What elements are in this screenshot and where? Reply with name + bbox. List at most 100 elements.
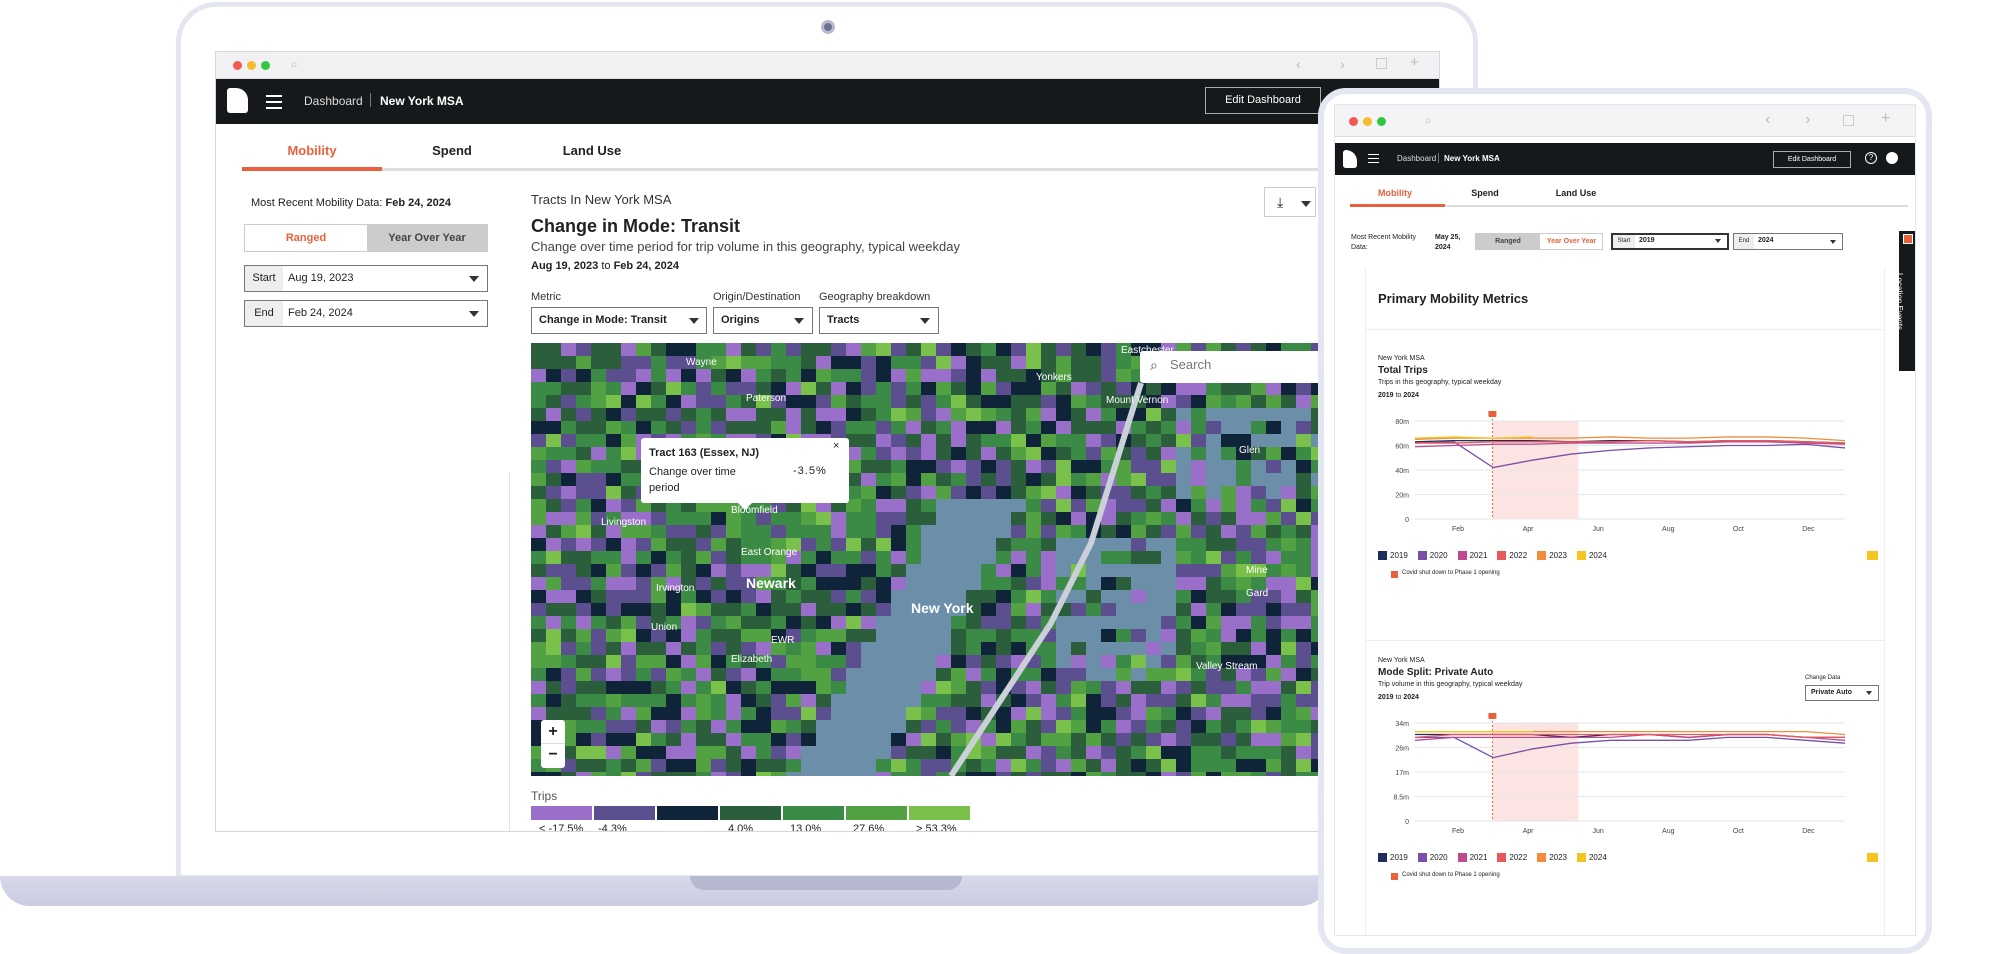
map-tract [756, 694, 772, 708]
close-dot[interactable] [1349, 117, 1358, 126]
map-tract [1191, 759, 1207, 773]
tooltip-close-icon[interactable]: × [833, 440, 839, 452]
location-events-tab[interactable]: Location Events [1895, 231, 1915, 371]
map-tract [561, 369, 577, 383]
legend-label: 13.0% [790, 823, 822, 832]
ranged-toggle[interactable]: Ranged [245, 225, 367, 251]
tab-mobility[interactable]: Mobility [242, 143, 382, 158]
zoom-in-button[interactable]: + [541, 720, 565, 744]
map-tract [1221, 434, 1237, 448]
map-tract [561, 434, 577, 448]
map-tract [621, 408, 637, 422]
tab-spend[interactable]: Spend [382, 143, 522, 158]
chart-type-icon[interactable] [1867, 551, 1878, 560]
legend-item[interactable]: 2022 [1497, 551, 1527, 560]
geo-select[interactable]: Tracts [819, 307, 939, 334]
minimize-dot[interactable] [247, 61, 256, 70]
map-place-label: Mine [1246, 565, 1268, 576]
map-tract [1056, 668, 1072, 682]
legend-item[interactable]: 2022 [1497, 853, 1527, 862]
chart-type-icon[interactable] [1867, 853, 1878, 862]
map-tract [636, 668, 652, 682]
map-tract [606, 382, 622, 396]
map-tract [561, 343, 577, 357]
map-tract [561, 681, 577, 695]
start-date-select[interactable]: Start Aug 19, 2023 [244, 265, 488, 292]
end-select[interactable]: End 2024 [1733, 233, 1843, 250]
map-tract [996, 343, 1012, 357]
od-select[interactable]: Origins [713, 307, 813, 334]
map-tract [861, 629, 877, 643]
new-tab-icon[interactable]: + [1410, 54, 1419, 71]
map-tract [1011, 759, 1027, 773]
breadcrumb-dashboard[interactable]: Dashboard [304, 94, 363, 108]
map-tract [576, 694, 592, 708]
forward-icon[interactable]: › [1340, 56, 1345, 72]
map-tract [1101, 343, 1117, 357]
maximize-dot[interactable] [1377, 117, 1386, 126]
edit-dashboard-button[interactable]: Edit Dashboard [1205, 87, 1321, 114]
ranged-toggle[interactable]: Ranged [1476, 234, 1540, 249]
legend-item[interactable]: 2023 [1537, 853, 1567, 862]
brand-logo[interactable] [227, 88, 248, 113]
tab-mobility[interactable]: Mobility [1350, 188, 1440, 198]
map-tract [1011, 356, 1027, 370]
tab-land-use[interactable]: Land Use [1531, 188, 1621, 198]
tabs-icon[interactable] [1376, 58, 1387, 69]
back-icon[interactable]: ‹ [1765, 111, 1770, 129]
yoy-toggle[interactable]: Year Over Year [367, 225, 487, 251]
map-tract [606, 395, 622, 409]
minimize-dot[interactable] [1363, 117, 1372, 126]
edit-dashboard-button[interactable]: Edit Dashboard [1773, 151, 1851, 168]
covid-note-icon [1391, 873, 1398, 880]
map-tract [921, 356, 937, 370]
map-tract [1161, 447, 1177, 461]
brand-logo[interactable] [1343, 150, 1357, 168]
map-tract [1296, 512, 1312, 526]
tab-spend[interactable]: Spend [1440, 188, 1530, 198]
new-tab-icon[interactable]: + [1881, 110, 1890, 128]
map-tract [1206, 421, 1222, 435]
map-tract [636, 421, 652, 435]
tabs-icon[interactable] [1843, 115, 1854, 126]
map-tract [981, 343, 997, 357]
close-dot[interactable] [233, 61, 242, 70]
legend-item[interactable]: 2020 [1417, 853, 1448, 862]
legend-item[interactable]: 2020 [1417, 551, 1448, 560]
breadcrumb-dashboard[interactable]: Dashboard [1397, 154, 1436, 163]
map-tract [741, 616, 757, 630]
map-tract [1041, 577, 1057, 591]
menu-icon[interactable] [266, 95, 282, 113]
map-tract [1296, 655, 1312, 669]
forward-icon[interactable]: › [1805, 111, 1810, 129]
map-tract [966, 759, 982, 773]
map-tract [846, 681, 862, 695]
x-tick-label: Feb [1452, 526, 1464, 533]
legend-item[interactable]: 2019 [1378, 551, 1408, 560]
change-data-select[interactable]: Private Auto [1805, 685, 1879, 701]
choropleth-map[interactable]: WaynePatersonYonkersMount VernonEastches… [531, 343, 1439, 776]
start-select[interactable]: Start 2019 [1611, 233, 1729, 250]
tab-land-use[interactable]: Land Use [522, 143, 662, 158]
legend-item[interactable]: 2024 [1576, 551, 1607, 560]
zoom-out-button[interactable]: − [541, 744, 565, 768]
legend-item[interactable]: 2023 [1537, 551, 1567, 560]
profile-icon[interactable] [1886, 152, 1898, 164]
map-tract [1056, 733, 1072, 747]
map-tract [1131, 512, 1147, 526]
legend-item[interactable]: 2021 [1457, 551, 1487, 560]
legend-item[interactable]: 2024 [1576, 853, 1607, 862]
map-tract [1281, 694, 1297, 708]
map-tract [696, 707, 712, 721]
legend-item[interactable]: 2019 [1378, 853, 1408, 862]
menu-icon[interactable] [1368, 154, 1379, 167]
metric-select[interactable]: Change in Mode: Transit [531, 307, 707, 334]
maximize-dot[interactable] [261, 61, 270, 70]
map-tract [1146, 668, 1162, 682]
help-icon[interactable]: ? [1865, 152, 1877, 164]
legend-item[interactable]: 2021 [1457, 853, 1487, 862]
back-icon[interactable]: ‹ [1296, 56, 1301, 72]
yoy-toggle[interactable]: Year Over Year [1540, 234, 1603, 249]
end-date-select[interactable]: End Feb 24, 2024 [244, 300, 488, 327]
download-button[interactable]: ⤓ [1264, 187, 1316, 217]
